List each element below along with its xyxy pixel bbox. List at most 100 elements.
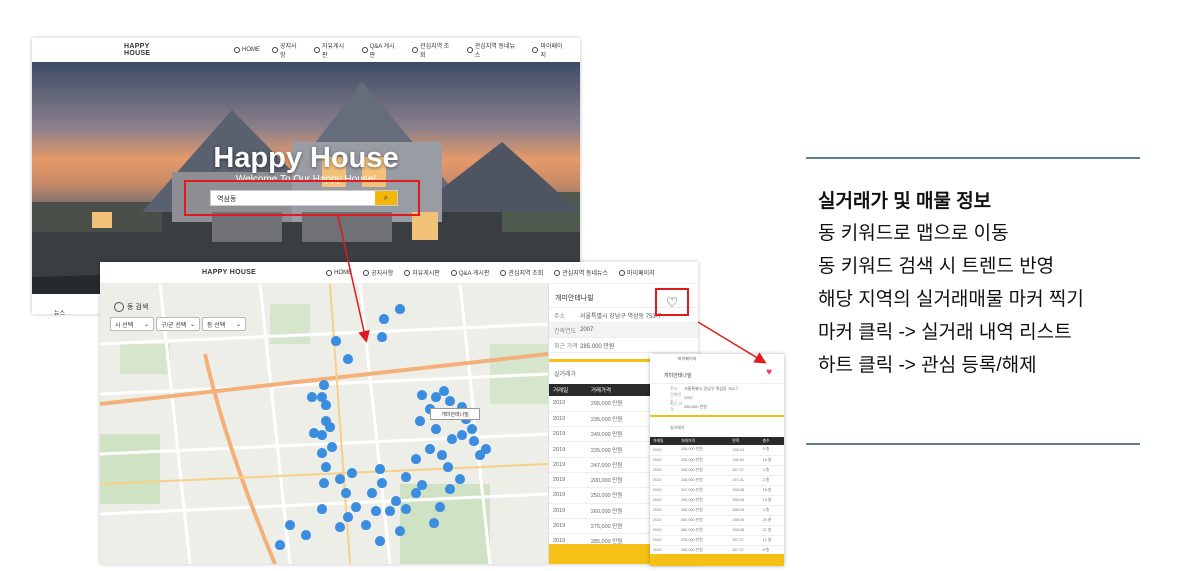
nav-free-board[interactable]: 자유게시판	[404, 268, 440, 277]
map-marker	[377, 478, 387, 488]
map-marker	[301, 530, 311, 540]
table-row[interactable]: 2019 247,000 만원 158.08 16 층	[650, 485, 784, 496]
home-navbar: HAPPY HOUSE HOME 공지사항 자유게시판 Q&A 게시판 관심지역…	[32, 38, 580, 62]
map-marker	[395, 526, 405, 536]
feature-line: 동 키워드 검색 시 트렌드 반영	[818, 256, 1055, 277]
table-cell: 249,000 만원	[586, 426, 657, 443]
nav-free-board[interactable]: 자유게시판	[314, 41, 350, 59]
feature-line: 동 키워드로 맵으로 이동	[818, 223, 1009, 244]
table-cell: 205,000 만원	[677, 445, 730, 456]
chevron-down-icon: ⌄	[143, 321, 149, 328]
nav-mypage[interactable]: 마이페이지	[619, 268, 655, 277]
table-row[interactable]: 2019 235,000 만원 157.41 2 층	[650, 475, 784, 486]
table-cell: 2019	[549, 518, 587, 535]
table-cell: 157.37	[729, 535, 760, 546]
table-cell: 2019	[650, 465, 678, 476]
table-row[interactable]: 2019 260,000 만원 158.08 20 층	[650, 515, 784, 526]
mypage-link[interactable]: 마이페이지	[650, 354, 784, 362]
table-cell: 235,000 만원	[677, 475, 730, 486]
table-cell: 2019	[650, 515, 678, 526]
table-cell: 19 층	[759, 495, 784, 506]
table-cell: 157.37	[729, 465, 760, 476]
table-cell: 2019	[549, 396, 587, 412]
map-marker	[417, 390, 427, 400]
map-page-screenshot: HAPPY HOUSE HOME 공지사항 자유게시판 Q&A 게시판 관심지역…	[100, 262, 698, 564]
table-row[interactable]: 2019 260,000 만원 158.08 21 층	[650, 525, 784, 536]
location-icon	[412, 47, 419, 53]
side-news-label[interactable]: 뉴스	[32, 294, 100, 317]
table-cell: 158.08	[729, 525, 760, 536]
map-view[interactable]: 동 검색 시 선택 ⌄ 구/군 선택 ⌄ 동 선택 ⌄ 개미안테나빌	[100, 284, 548, 564]
favorite-toggle-button[interactable]: ♡	[655, 288, 689, 316]
heart-filled-icon[interactable]: ♥	[766, 368, 772, 378]
dong-select[interactable]: 동 선택 ⌄	[202, 317, 246, 331]
table-cell: 275,000 만원	[586, 518, 657, 535]
location-icon	[500, 269, 507, 276]
feature-line: 마커 클릭 -> 실거래 내역 리스트	[818, 322, 1072, 343]
map-navbar: HAPPY HOUSE HOME 공지사항 자유게시판 Q&A 게시판 관심지역…	[100, 262, 698, 284]
map-marker	[435, 502, 445, 512]
panel-footer	[650, 554, 784, 566]
map-marker	[351, 502, 361, 512]
map-marker	[425, 444, 435, 454]
map-marker	[395, 304, 405, 314]
map-marker	[335, 522, 345, 532]
map-marker	[385, 506, 395, 516]
map-marker	[429, 518, 439, 528]
map-marker	[317, 504, 327, 514]
table-row[interactable]: 2019 249,000 만원 157.37 3 층	[650, 465, 784, 476]
table-cell: 2019	[549, 441, 587, 458]
table-cell: 2019	[650, 485, 678, 496]
city-select[interactable]: 시 선택 ⌄	[110, 317, 154, 331]
map-marker	[457, 430, 467, 440]
col-date: 거래일	[650, 437, 678, 445]
col-date: 거래일	[549, 384, 587, 396]
map-marker	[343, 512, 353, 522]
map-marker	[331, 336, 341, 346]
map-marker	[327, 442, 337, 452]
table-cell: 2019	[650, 495, 678, 506]
nav-area-news[interactable]: 관심지역 동네뉴스	[554, 268, 608, 277]
nav-interest-area[interactable]: 관심지역 조회	[412, 41, 455, 59]
search-icon	[114, 302, 124, 312]
map-marker	[481, 444, 491, 454]
nav-home[interactable]: HOME	[326, 269, 352, 276]
table-cell: 18 층	[759, 455, 784, 466]
nav-qna[interactable]: Q&A 게시판	[450, 268, 489, 277]
table-row[interactable]: 2019 275,000 만원 157.37 12 층	[650, 535, 784, 546]
table-cell: 250,000 만원	[586, 487, 657, 504]
map-marker	[469, 436, 479, 446]
search-highlight-box	[184, 180, 420, 216]
table-cell: 158.08	[729, 485, 760, 496]
feature-line: 해당 지역의 실거래매물 마커 찍기	[818, 289, 1084, 310]
map-marker	[391, 496, 401, 506]
map-marker	[275, 540, 285, 550]
table-cell: 250,000 만원	[677, 505, 730, 516]
table-row[interactable]: 2019 235,000 만원 136.54 18 층	[650, 455, 784, 466]
brand-logo[interactable]: HAPPY HOUSE	[124, 43, 178, 57]
map-marker	[439, 386, 449, 396]
district-select[interactable]: 구/군 선택 ⌄	[156, 317, 200, 331]
nav-home[interactable]: HOME	[234, 47, 260, 53]
nav-qna[interactable]: Q&A 게시판	[361, 41, 400, 59]
map-marker	[335, 474, 345, 484]
table-row[interactable]: 2019 200,000 만원 158.08 19 층	[650, 495, 784, 506]
table-cell: 20 층	[759, 515, 784, 526]
brand-logo[interactable]: HAPPY HOUSE	[202, 269, 256, 276]
deal-table: 거래일 거래가격 면적 층수 2019 205,000 만원 136.24 5 층 20…	[650, 437, 784, 556]
nav-area-news[interactable]: 관심지역 동네뉴스	[466, 41, 521, 59]
table-cell: 200,000 만원	[586, 472, 657, 489]
map-marker	[285, 520, 295, 530]
nav-notice[interactable]: 공지사항	[363, 268, 393, 277]
nav-notice[interactable]: 공지사항	[272, 41, 302, 59]
table-cell: 2019	[650, 525, 678, 536]
table-row[interactable]: 2019 205,000 만원 136.24 5 층	[650, 445, 784, 456]
marker-popup[interactable]: 개미안테나빌	[430, 408, 480, 420]
dong-search-toggle[interactable]: 동 검색	[114, 302, 148, 312]
table-row[interactable]: 2019 250,000 만원 158.08 3 층	[650, 505, 784, 516]
map-marker	[437, 450, 447, 460]
nav-mypage[interactable]: 마이페이지	[532, 41, 568, 59]
nav-interest-area[interactable]: 관심지역 조회	[500, 268, 543, 277]
map-marker	[445, 396, 455, 406]
table-cell: 2019	[650, 475, 678, 486]
